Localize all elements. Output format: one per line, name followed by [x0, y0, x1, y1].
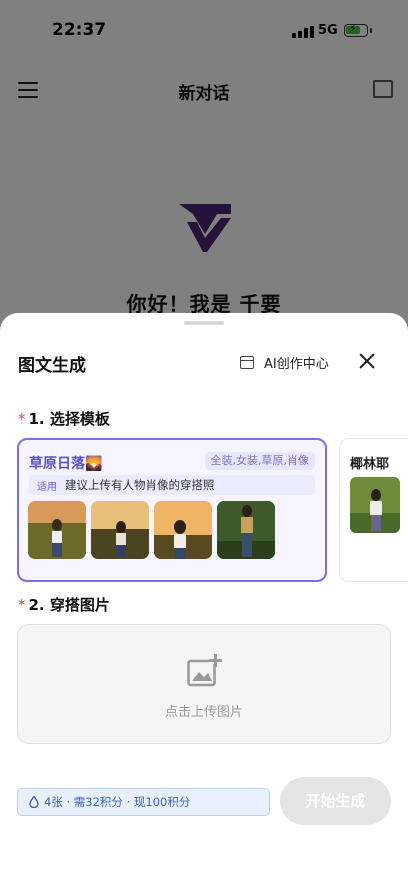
template-thumbnail	[154, 501, 212, 559]
section-outfit-image: * 2. 穿搭图片	[18, 594, 110, 615]
ai-center-link[interactable]: AI创作中心	[240, 351, 329, 373]
template-title: 椰林耶	[350, 457, 390, 472]
close-icon[interactable]	[357, 351, 377, 371]
template-card[interactable]: 椰林耶	[339, 438, 408, 582]
image-generation-sheet: 图文生成 AI创作中心 * 1. 选择模板 草原日落🌄 全装,女装,草原,肖像 适…	[0, 313, 408, 883]
section-label: 2. 穿搭图片	[28, 596, 110, 614]
template-tags: 全装,女装,草原,肖像	[204, 452, 315, 470]
template-card-selected[interactable]: 草原日落🌄 全装,女装,草原,肖像 适用 建议上传有人物肖像的穿搭照	[17, 438, 327, 582]
sheet-title: 图文生成	[18, 356, 86, 376]
template-thumbnail	[91, 501, 149, 559]
sheet-drag-handle[interactable]	[184, 321, 224, 325]
template-thumbnail	[350, 477, 400, 533]
section-label: 1. 选择模板	[28, 410, 110, 428]
template-hint: 适用 建议上传有人物肖像的穿搭照	[29, 475, 315, 495]
archive-icon	[240, 355, 254, 369]
template-thumbnails	[28, 501, 280, 559]
hint-tag: 适用	[37, 481, 57, 493]
template-thumbnail	[217, 501, 275, 559]
required-mark: *	[18, 596, 26, 614]
required-mark: *	[18, 410, 26, 428]
ai-center-label: AI创作中心	[264, 356, 329, 372]
hint-text: 建议上传有人物肖像的穿搭照	[65, 478, 215, 492]
upload-area[interactable]: 点击上传图片	[17, 624, 391, 744]
section-select-template: * 1. 选择模板	[18, 408, 110, 429]
upload-label: 点击上传图片	[164, 705, 243, 720]
template-title: 草原日落🌄	[29, 456, 103, 472]
credits-text: 4张 · 需32积分 · 现100积分	[44, 795, 191, 809]
credit-drop-icon	[29, 796, 39, 808]
template-thumbnail	[28, 501, 86, 559]
credits-info: 4张 · 需32积分 · 现100积分	[17, 788, 270, 816]
generate-button[interactable]: 开始生成	[280, 777, 391, 825]
add-image-icon	[187, 654, 222, 687]
